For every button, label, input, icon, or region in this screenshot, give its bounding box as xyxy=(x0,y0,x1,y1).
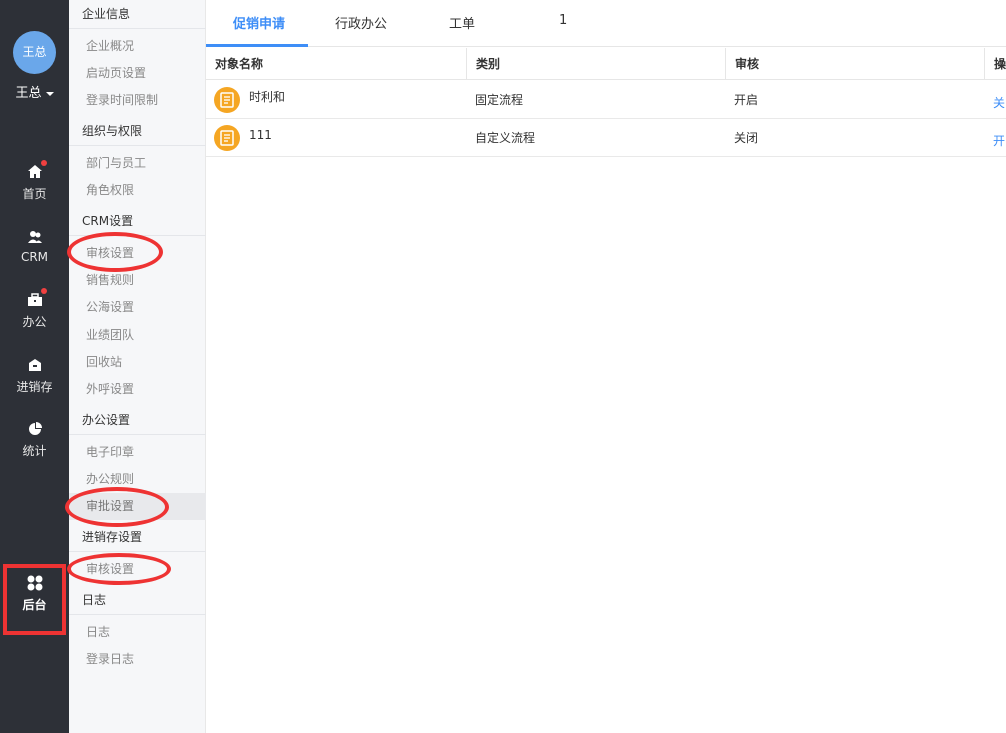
pie-chart-icon xyxy=(26,420,44,438)
toggle-action-link[interactable]: 关 xyxy=(984,84,1006,122)
menu-item-recycle-bin[interactable]: 回收站 xyxy=(69,351,206,373)
menu-item-departments[interactable]: 部门与员工 xyxy=(69,152,206,174)
users-icon xyxy=(26,228,44,246)
nav-item-crm[interactable]: CRM xyxy=(0,228,69,264)
tab-work-order[interactable]: 工单 xyxy=(449,13,475,32)
nav-label: 进销存 xyxy=(16,380,53,394)
cell-category: 固定流程 xyxy=(475,93,524,107)
tab-admin-office[interactable]: 行政办公 xyxy=(335,13,387,32)
document-icon xyxy=(214,125,240,151)
table-row: 时利和 固定流程 开启 关 xyxy=(206,81,1006,119)
notification-dot xyxy=(40,288,47,294)
column-header-name: 对象名称 xyxy=(215,57,264,71)
nav-item-home[interactable]: 首页 xyxy=(0,160,69,202)
settings-menu: 企业信息 企业概况 启动页设置 登录时间限制 组织与权限 部门与员工 角色权限 … xyxy=(69,0,206,733)
toggle-action-link[interactable]: 开 xyxy=(984,122,1006,160)
main-nav-sidebar: 王总 王总 首页 CRM 办公 进销存 统计 后台 xyxy=(0,0,69,733)
menu-item-performance-team[interactable]: 业绩团队 xyxy=(69,324,206,346)
cell-status: 开启 xyxy=(734,93,759,107)
menu-item-log[interactable]: 日志 xyxy=(69,621,206,643)
menu-group-log: 日志 xyxy=(69,586,206,615)
nav-label: 后台 xyxy=(22,598,47,612)
menu-item-public-pool[interactable]: 公海设置 xyxy=(69,296,206,318)
caret-down-icon xyxy=(45,91,54,96)
table-row: 111 自定义流程 关闭 开 xyxy=(206,119,1006,157)
menu-item-company-overview[interactable]: 企业概况 xyxy=(69,35,206,57)
menu-item-e-seal[interactable]: 电子印章 xyxy=(69,441,206,463)
menu-group-office: 办公设置 xyxy=(69,406,206,435)
nav-label: 办公 xyxy=(22,315,47,329)
menu-item-login-time-limit[interactable]: 登录时间限制 xyxy=(69,89,206,111)
menu-item-login-log[interactable]: 登录日志 xyxy=(69,648,206,670)
cell-status: 关闭 xyxy=(734,131,759,145)
nav-item-stats[interactable]: 统计 xyxy=(0,420,69,459)
menu-item-crm-review[interactable]: 审核设置 xyxy=(69,242,206,264)
warehouse-icon xyxy=(26,356,44,374)
home-icon xyxy=(26,160,47,181)
avatar[interactable]: 王总 xyxy=(13,31,56,74)
tab-bar: 促销申请 行政办公 工单 1 xyxy=(206,0,1006,47)
table-header: 对象名称 类别 审核 操 xyxy=(206,48,1006,80)
active-tab-indicator xyxy=(206,44,308,47)
menu-item-office-rules[interactable]: 办公规则 xyxy=(69,468,206,490)
nav-item-backend[interactable]: 后台 xyxy=(3,564,66,635)
cell-name: 111 xyxy=(249,128,272,142)
column-header-category: 类别 xyxy=(466,48,725,80)
menu-item-sales-rules[interactable]: 销售规则 xyxy=(69,269,206,291)
menu-group-crm: CRM设置 xyxy=(69,207,206,236)
menu-item-outbound-call[interactable]: 外呼设置 xyxy=(69,378,206,400)
document-icon xyxy=(214,87,240,113)
tab-1[interactable]: 1 xyxy=(559,13,567,28)
main-content: 促销申请 行政办公 工单 1 对象名称 类别 审核 操 时利和 固定流程 开启 … xyxy=(206,0,1006,733)
menu-item-inventory-review[interactable]: 审核设置 xyxy=(69,558,206,580)
menu-group-company: 企业信息 xyxy=(69,0,206,29)
menu-group-org: 组织与权限 xyxy=(69,117,206,146)
nav-item-office[interactable]: 办公 xyxy=(0,288,69,330)
notification-dot xyxy=(40,160,47,166)
menu-item-startup-page[interactable]: 启动页设置 xyxy=(69,62,206,84)
menu-item-approval-settings[interactable]: 审批设置 xyxy=(69,493,206,520)
menu-group-inventory: 进销存设置 xyxy=(69,523,206,552)
user-name: 王总 xyxy=(15,86,42,101)
nav-item-inventory[interactable]: 进销存 xyxy=(0,356,69,395)
menu-item-roles[interactable]: 角色权限 xyxy=(69,179,206,201)
cell-category: 自定义流程 xyxy=(475,131,536,145)
grid-icon xyxy=(26,574,44,592)
user-menu[interactable]: 王总 xyxy=(0,82,69,101)
nav-label: 统计 xyxy=(22,444,47,458)
column-header-review: 审核 xyxy=(725,48,984,80)
nav-label: CRM xyxy=(20,250,49,264)
nav-label: 首页 xyxy=(22,187,47,201)
app-root: 王总 王总 首页 CRM 办公 进销存 统计 后台 企业信息 企业概况 启动页设… xyxy=(0,0,1006,733)
briefcase-icon xyxy=(26,288,47,309)
cell-name: 时利和 xyxy=(249,90,286,104)
tab-promotion-request[interactable]: 促销申请 xyxy=(233,13,285,32)
column-header-action: 操 xyxy=(984,48,1006,80)
